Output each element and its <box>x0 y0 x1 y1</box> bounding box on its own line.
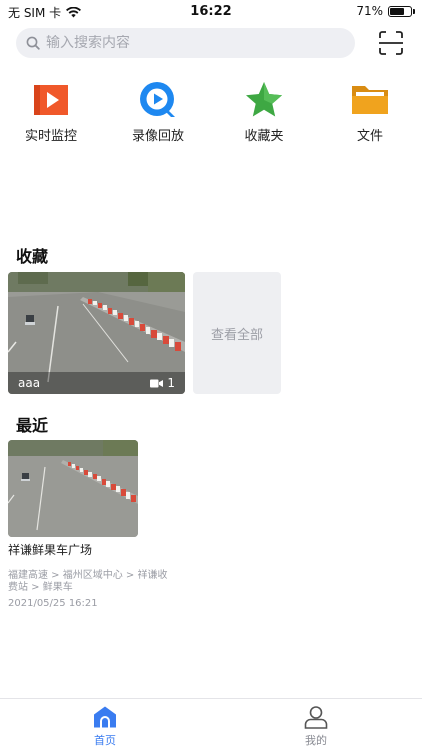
quick-entry-favorites[interactable]: 收藏夹 <box>224 80 304 144</box>
favorite-card[interactable]: aaa 1 <box>8 272 185 394</box>
live-monitor-icon <box>34 85 68 115</box>
folder-icon <box>352 86 388 114</box>
camera-count-value: 1 <box>167 376 175 390</box>
recent-item-path: 福建高速 > 福州区域中心 > 祥谦收费站 > 鲜果车 <box>8 570 168 593</box>
status-right: 71% <box>356 4 415 18</box>
quick-entry-label: 收藏夹 <box>244 129 284 144</box>
recent-item-name: 祥谦鲜果车广场 <box>8 543 93 557</box>
battery-level <box>390 7 405 15</box>
search-icon <box>26 36 40 50</box>
battery-icon <box>388 5 415 17</box>
quick-entry-files[interactable]: 文件 <box>330 80 410 144</box>
quick-entries: 实时监控 录像回放 收藏夹 文件 <box>0 80 422 150</box>
recent-card[interactable] <box>8 440 138 537</box>
view-all-label: 查看全部 <box>210 327 263 343</box>
recent-item-time: 2021/05/25 16:21 <box>8 598 98 609</box>
battery-percent: 71% <box>356 4 383 18</box>
favorite-name: aaa <box>18 376 41 390</box>
tab-bar: 首页 我的 <box>0 698 422 750</box>
tab-mine[interactable]: 我的 <box>286 705 346 748</box>
tab-home[interactable]: 首页 <box>75 705 135 748</box>
search-input[interactable] <box>46 35 326 51</box>
user-icon <box>304 706 328 729</box>
camera-count: 1 <box>150 376 175 390</box>
search-bar[interactable] <box>16 28 355 58</box>
quick-entry-label: 录像回放 <box>131 129 184 144</box>
quick-entry-label: 实时监控 <box>24 129 77 144</box>
quick-entry-label: 文件 <box>356 129 383 144</box>
favorite-caption: aaa 1 <box>8 372 185 394</box>
quick-entry-playback[interactable]: 录像回放 <box>118 80 198 144</box>
recent-title: 最近 <box>16 416 49 435</box>
camera-thumbnail <box>8 440 138 537</box>
quick-entry-live-monitor[interactable]: 实时监控 <box>11 80 91 144</box>
home-icon <box>94 706 116 728</box>
star-icon <box>246 82 282 117</box>
tab-mine-label: 我的 <box>305 734 327 747</box>
favorites-title: 收藏 <box>16 247 49 266</box>
playback-icon <box>140 82 175 117</box>
scan-icon[interactable] <box>377 29 405 57</box>
video-camera-icon <box>150 379 164 387</box>
status-bar: 无 SIM 卡 16:22 71% <box>0 0 422 22</box>
view-all-button[interactable]: 查看全部 <box>193 272 281 394</box>
tab-home-label: 首页 <box>94 734 116 747</box>
